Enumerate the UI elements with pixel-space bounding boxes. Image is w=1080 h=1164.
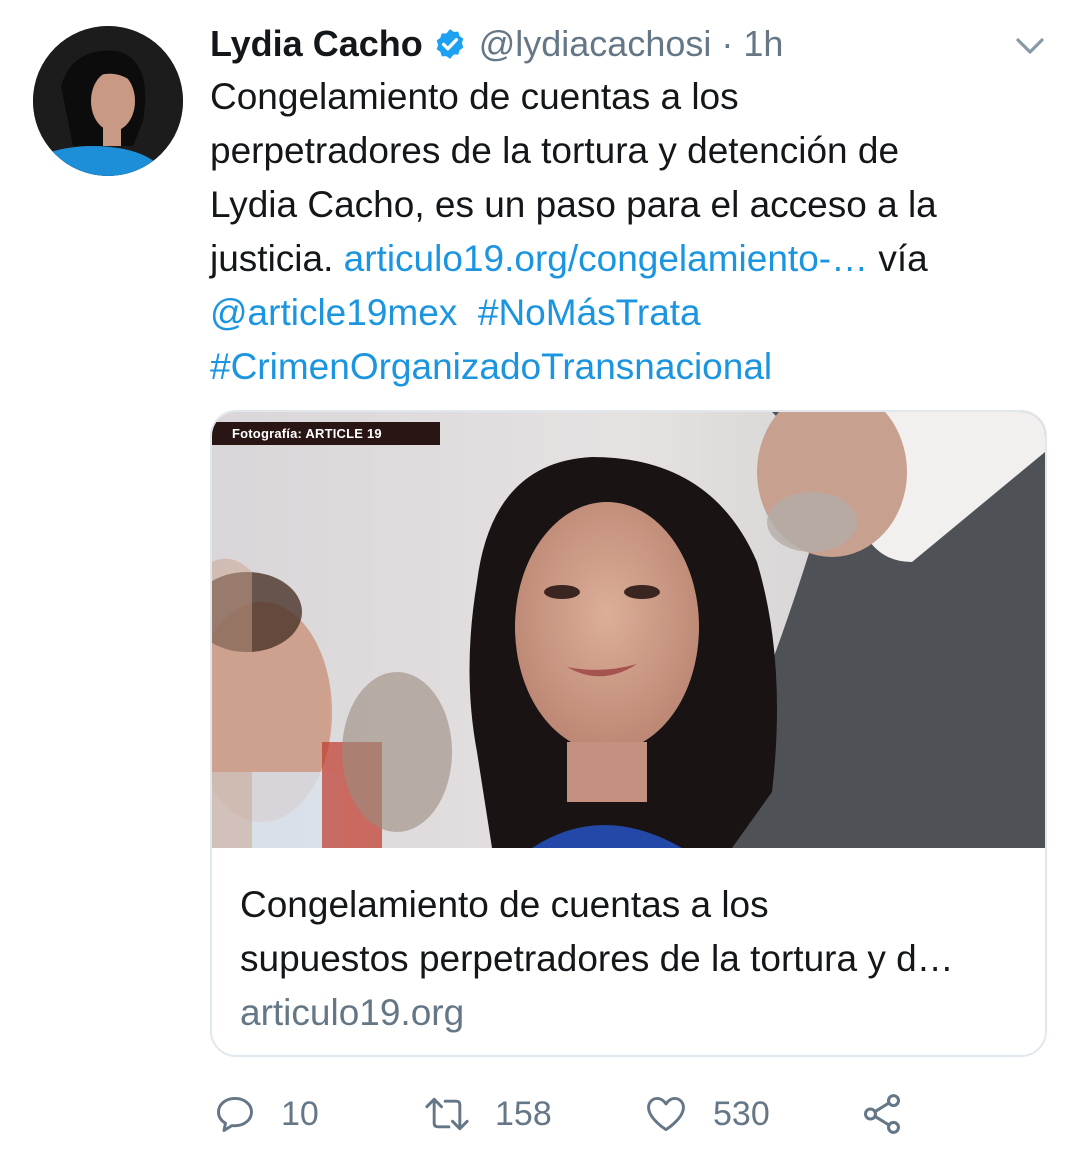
timestamp[interactable]: 1h: [743, 23, 783, 65]
tweet-text-line: justicia. articulo19.org/congelamiento-……: [210, 232, 1040, 286]
reply-count: 10: [281, 1094, 319, 1133]
tweet-text-line: @article19mex #NoMásTrata: [210, 286, 1040, 340]
card-title-line: supuestos perpetradores de la tortura y …: [240, 938, 954, 979]
tweet-text-plain: justicia.: [210, 238, 344, 279]
mention-link[interactable]: @article19mex: [210, 292, 457, 333]
tweet-text: Congelamiento de cuentas a los perpetrad…: [210, 70, 1040, 394]
tweet[interactable]: Lydia Cacho @lydiacachosi · 1h Congelami…: [0, 0, 1080, 1164]
via-text: vía: [868, 238, 928, 279]
tweet-text-line: Lydia Cacho, es un paso para el acceso a…: [210, 184, 937, 225]
photo-credit: Fotografía: ARTICLE 19: [212, 422, 440, 445]
card-image: Fotografía: ARTICLE 19: [212, 412, 1045, 848]
card-title-line: Congelamiento de cuentas a los: [240, 884, 769, 925]
hashtag-link[interactable]: #NoMásTrata: [478, 292, 701, 333]
verified-badge-icon: [433, 27, 467, 61]
reply-button[interactable]: 10: [213, 1092, 423, 1136]
reply-icon: [217, 1096, 253, 1132]
tweet-actions: 10 158 530: [213, 1086, 905, 1142]
tweet-header: Lydia Cacho @lydiacachosi · 1h: [210, 18, 783, 70]
tweet-text-line: #CrimenOrganizadoTransnacional: [210, 340, 1040, 394]
card-text: Congelamiento de cuentas a los supuestos…: [240, 878, 1030, 1040]
avatar-photo: [33, 26, 183, 176]
heart-icon: [647, 1096, 685, 1132]
retweet-icon: [425, 1097, 469, 1131]
author-handle[interactable]: @lydiacachosi: [479, 23, 712, 65]
like-button[interactable]: 530: [643, 1092, 859, 1136]
retweet-button[interactable]: 158: [423, 1092, 643, 1136]
hashtag-link[interactable]: #CrimenOrganizadoTransnacional: [210, 346, 772, 387]
separator-dot: ·: [721, 23, 734, 64]
link-card[interactable]: Fotografía: ARTICLE 19 Congelamiento de …: [210, 410, 1047, 1057]
share-icon: [863, 1094, 901, 1134]
card-title: Congelamiento de cuentas a los supuestos…: [240, 878, 1030, 986]
avatar[interactable]: [33, 26, 183, 176]
chevron-down-icon[interactable]: [1014, 34, 1046, 58]
article-link[interactable]: articulo19.org/congelamiento-…: [344, 238, 868, 279]
author-name[interactable]: Lydia Cacho: [210, 23, 423, 65]
tweet-text-line: Congelamiento de cuentas a los: [210, 76, 739, 117]
retweet-count: 158: [495, 1094, 552, 1133]
share-button[interactable]: [859, 1091, 905, 1137]
card-domain: articulo19.org: [240, 992, 465, 1033]
tweet-text-line: perpetradores de la tortura y detención …: [210, 130, 900, 171]
like-count: 530: [713, 1094, 770, 1133]
